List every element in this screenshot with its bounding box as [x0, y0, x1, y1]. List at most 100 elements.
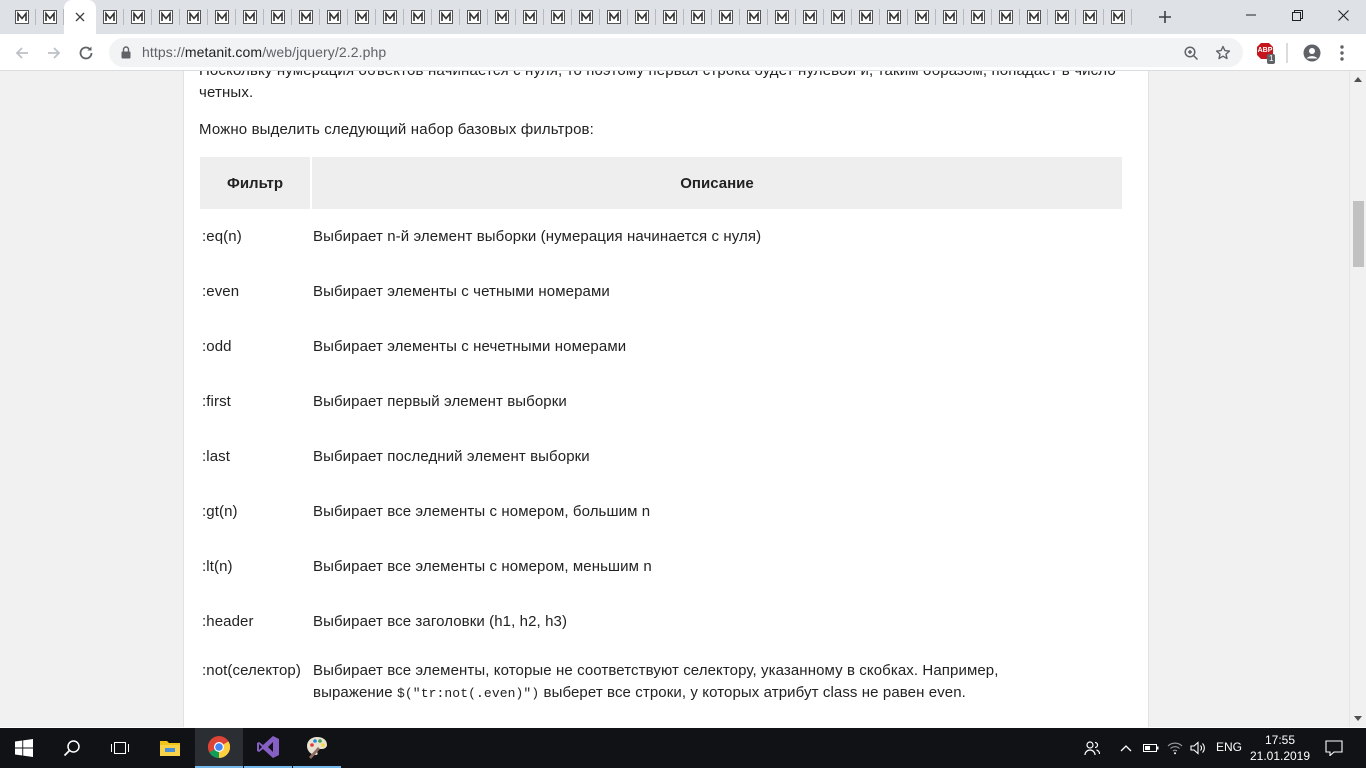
back-button[interactable] [9, 40, 35, 66]
start-button[interactable] [0, 728, 48, 768]
volume-button[interactable] [1188, 728, 1208, 768]
url-path: /web/jquery/2.2.php [262, 44, 387, 60]
tab[interactable] [180, 0, 208, 34]
tab[interactable] [404, 0, 432, 34]
metanit-favicon-icon [607, 10, 621, 24]
arrow-left-icon [15, 47, 28, 59]
tab[interactable] [880, 0, 908, 34]
tab[interactable] [908, 0, 936, 34]
metanit-favicon-icon [467, 10, 481, 24]
tab[interactable] [96, 0, 124, 34]
tab-active[interactable] [64, 0, 96, 34]
tab[interactable] [852, 0, 880, 34]
tab[interactable] [460, 0, 488, 34]
tab[interactable] [516, 0, 544, 34]
forward-button[interactable] [41, 40, 67, 66]
tab[interactable] [432, 0, 460, 34]
tab[interactable] [740, 0, 768, 34]
chrome-taskbar-button[interactable] [195, 728, 243, 768]
tab[interactable] [992, 0, 1020, 34]
close-tab-icon[interactable] [75, 12, 85, 22]
visual-studio-icon [257, 736, 279, 758]
tab[interactable] [936, 0, 964, 34]
tab[interactable] [572, 0, 600, 34]
network-button[interactable] [1165, 728, 1185, 768]
scroll-up-arrow[interactable] [1354, 77, 1362, 82]
tab[interactable] [628, 0, 656, 34]
search-icon [63, 740, 80, 757]
description-cell: Выбирает все элементы с номером, большим… [313, 502, 651, 520]
action-center-button[interactable] [1321, 728, 1347, 768]
profile-button[interactable] [1299, 40, 1325, 66]
tab[interactable] [152, 0, 180, 34]
article-content: Поскольку нумерация объектов начинается … [183, 71, 1149, 727]
zoom-button[interactable] [1182, 44, 1200, 62]
tab[interactable] [376, 0, 404, 34]
metanit-favicon-icon [103, 10, 117, 24]
arrow-right-icon [48, 47, 61, 59]
code-sample: $("tr:not(.even)") [397, 686, 540, 701]
tab[interactable] [1076, 0, 1104, 34]
tab[interactable] [236, 0, 264, 34]
scroll-thumb[interactable] [1353, 201, 1364, 267]
bookmark-button[interactable] [1214, 44, 1232, 62]
tab[interactable] [600, 0, 628, 34]
minimize-button[interactable] [1228, 0, 1274, 30]
description-cell: Выбирает элементы с четными номерами [313, 282, 610, 300]
people-button[interactable] [1081, 728, 1103, 768]
reload-button[interactable] [73, 40, 99, 66]
notification-icon [1325, 740, 1343, 756]
tab[interactable] [1020, 0, 1048, 34]
close-window-button[interactable] [1320, 0, 1366, 30]
filter-cell: :not(селектор) [202, 662, 301, 679]
reload-icon [79, 46, 93, 60]
tab[interactable] [208, 0, 236, 34]
table-row: :not(селектор) Выбирает все элементы, ко… [200, 649, 1122, 716]
tab[interactable] [656, 0, 684, 34]
new-tab-button[interactable] [1153, 6, 1177, 28]
file-explorer-button[interactable] [146, 728, 194, 768]
table-row: :first Выбирает первый элемент выборки [200, 374, 1122, 429]
restore-button[interactable] [1274, 0, 1320, 30]
metanit-favicon-icon [635, 10, 649, 24]
tab[interactable] [1104, 0, 1132, 34]
table-row: :eq(n) Выбирает n-й элемент выборки (нуме… [200, 209, 1122, 264]
tab[interactable] [796, 0, 824, 34]
task-view-button[interactable] [96, 728, 144, 768]
metanit-favicon-icon [775, 10, 789, 24]
menu-button[interactable] [1329, 40, 1355, 66]
tab[interactable] [824, 0, 852, 34]
tab[interactable] [8, 0, 36, 34]
tab[interactable] [320, 0, 348, 34]
show-hidden-icons-button[interactable] [1117, 728, 1135, 768]
tab[interactable] [1048, 0, 1076, 34]
tab[interactable] [124, 0, 152, 34]
visual-studio-taskbar-button[interactable] [244, 728, 292, 768]
tab[interactable] [488, 0, 516, 34]
search-button[interactable] [48, 728, 96, 768]
clock[interactable]: 17:55 21.01.2019 [1248, 732, 1312, 764]
tab[interactable] [36, 0, 64, 34]
adblock-extension-button[interactable]: ABP 1 [1256, 42, 1276, 67]
address-bar[interactable]: https://metanit.com/web/jquery/2.2.php [109, 38, 1243, 67]
metanit-favicon-icon [943, 10, 957, 24]
filter-cell: :even [202, 282, 240, 300]
metanit-favicon-icon [327, 10, 341, 24]
tab[interactable] [712, 0, 740, 34]
tab-strip [0, 0, 1366, 34]
url-text[interactable]: https://metanit.com/web/jquery/2.2.php [142, 44, 386, 60]
input-language[interactable]: ENG [1216, 740, 1242, 754]
filter-cell: :eq(n) [202, 227, 242, 245]
paint-taskbar-button[interactable] [293, 728, 341, 768]
tab[interactable] [348, 0, 376, 34]
tab[interactable] [768, 0, 796, 34]
tab[interactable] [964, 0, 992, 34]
page-scrollbar[interactable] [1349, 71, 1366, 727]
tab[interactable] [544, 0, 572, 34]
tab[interactable] [264, 0, 292, 34]
tab[interactable] [292, 0, 320, 34]
scroll-down-arrow[interactable] [1354, 716, 1362, 721]
metanit-favicon-icon [159, 10, 173, 24]
tab[interactable] [684, 0, 712, 34]
battery-button[interactable] [1141, 728, 1161, 768]
